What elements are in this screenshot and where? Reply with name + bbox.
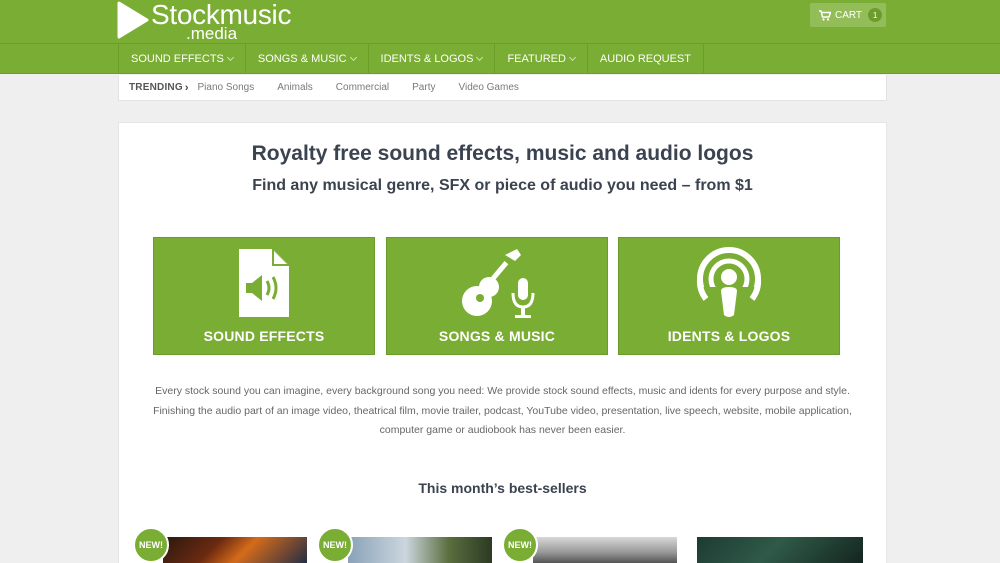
cart-label: CART [835,9,863,21]
nav-idents-logos[interactable]: IDENTS & LOGOS [369,44,496,73]
chevron-down-icon [226,53,234,61]
cart-button[interactable]: CART 1 [810,3,886,27]
nav-label: SOUND EFFECTS [131,52,224,65]
play-logo-icon [117,1,149,39]
product-thumbnail[interactable] [697,537,863,563]
nav-label: AUDIO REQUEST [599,52,691,65]
category-songs-music[interactable]: SONGS & MUSIC [386,237,608,355]
product-thumbnail[interactable] [533,537,677,563]
top-header: Stockmusic .media CART 1 [0,0,1000,43]
new-badge: NEW! [133,527,169,563]
category-idents-logos[interactable]: IDENTS & LOGOS [618,237,840,355]
new-badge: NEW! [317,527,353,563]
nav-sound-effects[interactable]: SOUND EFFECTS [118,44,246,73]
nav-label: IDENTS & LOGOS [380,52,474,65]
product-thumbnail[interactable] [348,537,492,563]
audio-file-icon [239,249,289,317]
nav-songs-music[interactable]: SONGS & MUSIC [246,44,369,73]
trending-link[interactable]: Animals [277,82,313,93]
trending-link[interactable]: Party [412,82,435,93]
main-navigation: SOUND EFFECTS SONGS & MUSIC IDENTS & LOG… [0,43,1000,74]
cart-icon [819,9,831,21]
product-thumbnail[interactable] [163,537,307,563]
trending-link[interactable]: Piano Songs [198,82,255,93]
category-label: SOUND EFFECTS [203,328,325,344]
chevron-down-icon [568,53,576,61]
nav-audio-request[interactable]: AUDIO REQUEST [588,44,704,73]
nav-label: FEATURED [507,52,566,65]
guitar-microphone-icon [462,249,535,318]
trending-label: TRENDING [129,82,183,93]
chevron-down-icon [349,53,357,61]
category-label: SONGS & MUSIC [438,328,556,344]
page-title: Royalty free sound effects, music and au… [251,142,754,165]
category-label: IDENTS & LOGOS [667,328,791,344]
page-subtitle: Find any musical genre, SFX or piece of … [252,177,753,194]
chevron-right-icon: › [184,81,189,94]
intro-description: Every stock sound you can imagine, every… [153,385,852,436]
nav-label: SONGS & MUSIC [257,52,347,65]
new-badge: NEW! [502,527,538,563]
chevron-down-icon [476,53,484,61]
bestsellers-heading: This month’s best-sellers [418,480,587,496]
trending-bar: TRENDING › Piano Songs Animals Commercia… [118,75,887,101]
nav-featured[interactable]: FEATURED [495,44,588,73]
cart-count-badge: 1 [868,8,883,22]
main-content: Royalty free sound effects, music and au… [118,122,887,563]
site-logo[interactable]: Stockmusic .media [116,0,291,43]
podcast-icon [696,247,762,321]
trending-link[interactable]: Commercial [336,82,389,93]
trending-link[interactable]: Video Games [458,82,518,93]
category-sound-effects[interactable]: SOUND EFFECTS [153,237,375,355]
